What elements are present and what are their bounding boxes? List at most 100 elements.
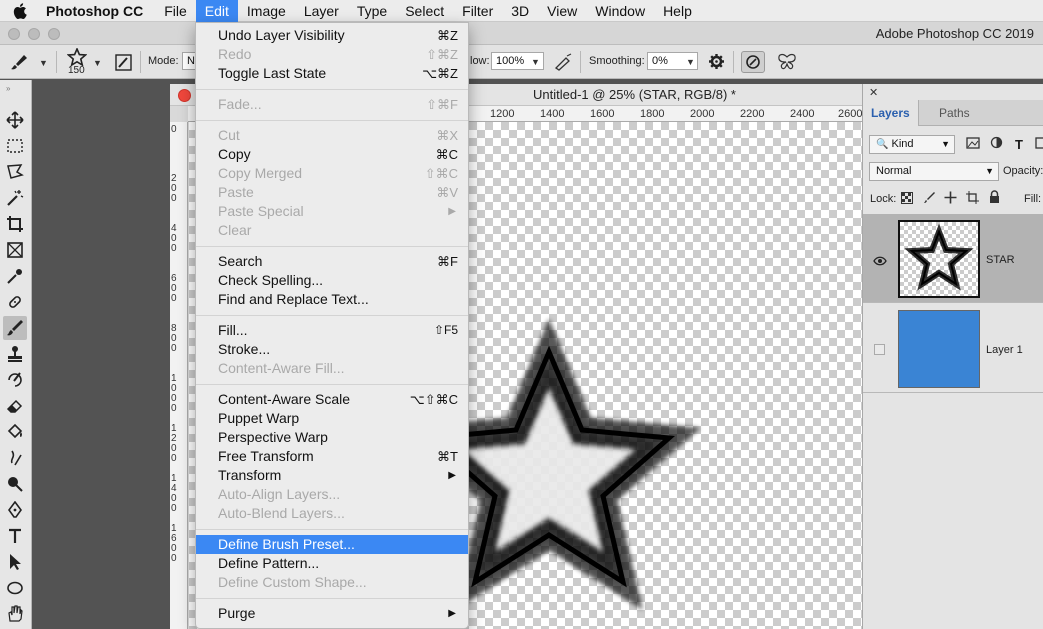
layer-row-star[interactable]: STAR (863, 214, 1043, 303)
menu-item-stroke[interactable]: Stroke... (196, 340, 468, 359)
menu-item-fill[interactable]: Fill... ⇧F5 (196, 321, 468, 340)
history-brush-tool-icon[interactable] (3, 368, 27, 392)
menu-type[interactable]: Type (348, 0, 396, 22)
menu-item-label: Define Pattern... (218, 555, 320, 571)
lasso-tool-icon[interactable] (3, 160, 27, 184)
toolbar-grip-icon[interactable]: » (6, 84, 10, 93)
paint-bucket-tool-icon[interactable] (3, 420, 27, 444)
lock-position-icon[interactable] (944, 191, 957, 207)
menu-item-undo[interactable]: Undo Layer Visibility ⌘Z (196, 26, 468, 45)
menu-item-copy[interactable]: Copy ⌘C (196, 145, 468, 164)
lock-transparent-icon[interactable] (901, 192, 913, 207)
mode-select[interactable]: N (182, 52, 196, 70)
pen-tool-icon[interactable] (3, 498, 27, 522)
brush-tool-icon[interactable] (3, 316, 27, 340)
menu-layer[interactable]: Layer (295, 0, 348, 22)
menu-image[interactable]: Image (238, 0, 295, 22)
filter-type-icon[interactable]: T (1015, 137, 1023, 152)
menu-item-perspective-warp[interactable]: Perspective Warp (196, 428, 468, 447)
menu-3d[interactable]: 3D (502, 0, 538, 22)
path-selection-tool-icon[interactable] (3, 550, 27, 574)
menu-item-define-brush-preset[interactable]: Define Brush Preset... (196, 535, 468, 554)
filter-shape-icon[interactable] (1035, 137, 1043, 152)
app-menu[interactable]: Photoshop CC (40, 0, 155, 22)
window-zoom-button[interactable] (48, 28, 60, 40)
lock-pixels-icon[interactable] (923, 191, 936, 207)
eraser-tool-icon[interactable] (3, 394, 27, 418)
menu-item-find-replace[interactable]: Find and Replace Text... (196, 290, 468, 309)
symmetry-butterfly-icon[interactable] (777, 53, 797, 74)
visibility-toggle-empty[interactable] (874, 344, 885, 355)
brush-settings-icon[interactable] (115, 54, 132, 74)
document-close-button[interactable] (178, 89, 191, 102)
blend-mode-select[interactable]: Normal ▼ (869, 162, 999, 181)
filter-caret-icon: ▼ (941, 139, 950, 149)
layer-name-layer-1[interactable]: Layer 1 (986, 344, 1023, 356)
menu-item-content-aware-scale[interactable]: Content-Aware Scale ⌥⇧⌘C (196, 390, 468, 409)
window-close-button[interactable] (8, 28, 20, 40)
menu-item-puppet-warp[interactable]: Puppet Warp (196, 409, 468, 428)
blur-tool-icon[interactable] (3, 446, 27, 470)
window-minimize-button[interactable] (28, 28, 40, 40)
lock-all-icon[interactable] (989, 190, 1000, 207)
menu-edit[interactable]: Edit (195, 0, 238, 22)
smoothing-caret-icon[interactable]: ▼ (686, 57, 695, 67)
frame-tool-icon[interactable] (3, 238, 27, 262)
menu-view[interactable]: View (538, 0, 586, 22)
menu-bar: Photoshop CC File Edit Image Layer Type … (0, 0, 1043, 22)
layer-name-star[interactable]: STAR (986, 254, 1015, 266)
menu-item-transform[interactable]: Transform ▶ (196, 466, 468, 485)
menu-shortcut: ⌘C (435, 147, 458, 162)
app-title: Adobe Photoshop CC 2019 (875, 26, 1034, 41)
vertical-ruler[interactable]: 0 2 0 0 4 0 0 6 0 0 8 0 0 1 0 0 0 1 2 0 … (170, 122, 188, 629)
panel-close-icon[interactable]: ✕ (869, 86, 878, 99)
menu-separator (196, 529, 468, 530)
filter-pixel-icon[interactable] (966, 137, 980, 152)
menu-window[interactable]: Window (586, 0, 654, 22)
pressure-opacity-icon[interactable] (741, 51, 765, 73)
menu-filter[interactable]: Filter (453, 0, 502, 22)
crop-tool-icon[interactable] (3, 212, 27, 236)
eyedropper-tool-icon[interactable] (3, 264, 27, 288)
ellipse-tool-icon[interactable] (3, 576, 27, 600)
menu-item-define-pattern[interactable]: Define Pattern... (196, 554, 468, 573)
filter-adjustment-icon[interactable] (990, 136, 1003, 152)
marquee-tool-icon[interactable] (3, 134, 27, 158)
hand-tool-icon[interactable] (3, 601, 27, 625)
menu-file[interactable]: File (155, 0, 196, 22)
menu-item-search[interactable]: Search ⌘F (196, 252, 468, 271)
menu-item-label: Content-Aware Scale (218, 391, 351, 407)
menu-shortcut: ⌥⇧⌘C (409, 392, 458, 407)
mode-label: Mode: (148, 55, 179, 67)
menu-item-purge[interactable]: Purge ▶ (196, 604, 468, 623)
type-tool-icon[interactable] (3, 524, 27, 548)
menu-select[interactable]: Select (396, 0, 453, 22)
layer-row-layer-1[interactable]: Layer 1 (863, 304, 1043, 393)
tool-preset-caret-icon[interactable]: ▼ (39, 58, 48, 68)
lock-label: Lock: (870, 193, 897, 205)
apple-icon[interactable] (0, 0, 40, 22)
visibility-eye-icon[interactable] (873, 254, 887, 269)
menu-item-check-spelling[interactable]: Check Spelling... (196, 271, 468, 290)
tab-layers[interactable]: Layers (863, 100, 919, 126)
tools-panel: » (0, 80, 32, 629)
airbrush-icon[interactable] (553, 53, 573, 74)
menu-item-auto-align: Auto-Align Layers... (196, 485, 468, 504)
move-tool-icon[interactable] (3, 108, 27, 132)
dodge-tool-icon[interactable] (3, 472, 27, 496)
clone-stamp-tool-icon[interactable] (3, 342, 27, 366)
menu-help[interactable]: Help (654, 0, 701, 22)
brush-tool-icon[interactable] (10, 54, 30, 73)
smoothing-gear-icon[interactable] (708, 53, 725, 73)
panel-tabs: Layers Paths (863, 100, 1043, 126)
flow-caret-icon[interactable]: ▼ (531, 57, 540, 67)
tab-paths[interactable]: Paths (931, 100, 978, 126)
menu-item-free-transform[interactable]: Free Transform ⌘T (196, 447, 468, 466)
menu-item-toggle-last-state[interactable]: Toggle Last State ⌥⌘Z (196, 64, 468, 83)
lock-artboard-icon[interactable] (966, 191, 979, 207)
magic-wand-tool-icon[interactable] (3, 186, 27, 210)
ruler-h-label: 1200 (490, 108, 515, 120)
brush-picker-caret-icon[interactable]: ▼ (93, 58, 102, 68)
filter-kind-select[interactable]: 🔍 Kind ▼ (869, 135, 955, 154)
healing-brush-tool-icon[interactable] (3, 290, 27, 314)
